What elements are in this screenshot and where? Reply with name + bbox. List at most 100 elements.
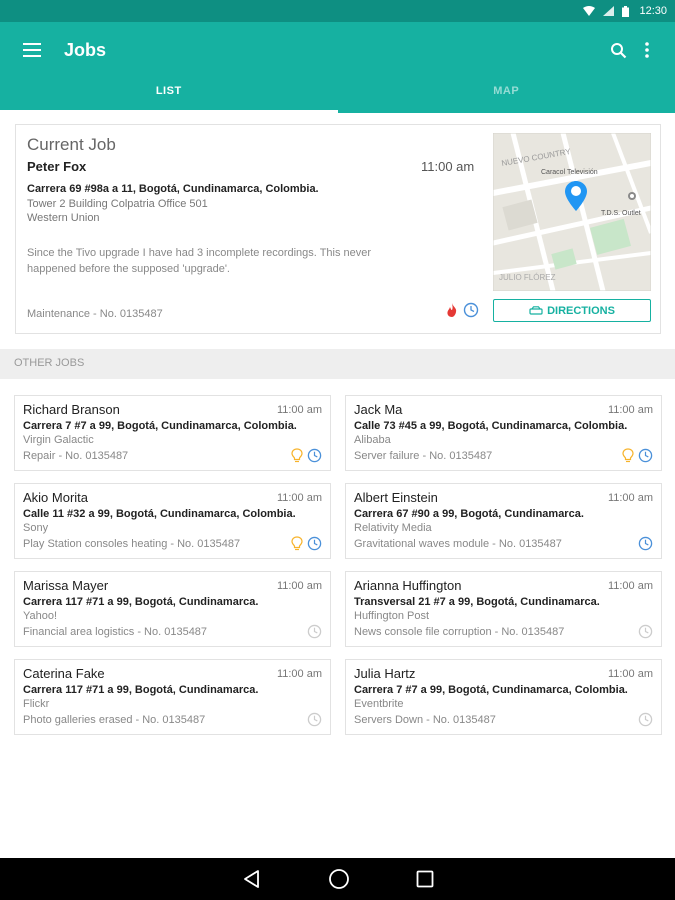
current-job-card[interactable]: Current Job Peter Fox 11:00 am Carrera 6…: [15, 124, 661, 334]
job-company: Huffington Post: [354, 610, 430, 622]
hamburger-icon: [23, 43, 41, 57]
overflow-menu-button[interactable]: [645, 42, 649, 58]
job-card[interactable]: Julia Hartz 11:00 am Carrera 7 #7 a 99, …: [345, 659, 662, 735]
clock-icon: [638, 712, 653, 727]
clock-icon: [638, 536, 653, 551]
job-company: Sony: [23, 522, 49, 534]
tab-bar: LIST MAP: [0, 78, 675, 113]
job-address: Carrera 117 #71 a 99, Bogotá, Cundinamar…: [23, 684, 259, 696]
directions-button[interactable]: DIRECTIONS: [493, 299, 651, 322]
home-icon: [328, 869, 349, 889]
job-time: 11:00 am: [276, 668, 322, 680]
current-job-heading: Current Job: [27, 135, 116, 154]
search-button[interactable]: [610, 42, 627, 59]
job-name: Akio Morita: [23, 490, 89, 505]
tab-map[interactable]: MAP: [338, 78, 675, 113]
location-pin-icon: [565, 181, 587, 211]
job-name: Jack Ma: [354, 402, 403, 417]
job-company: Yahoo!: [23, 610, 58, 622]
job-name: Arianna Huffington: [354, 578, 462, 593]
job-service: Gravitational waves module - No. 0135487: [354, 538, 562, 550]
clock-icon: [463, 302, 479, 318]
job-address: Carrera 7 #7 a 99, Bogotá, Cundinamarca,…: [23, 420, 297, 432]
lightbulb-icon: [291, 536, 303, 551]
job-time: 11:00 am: [607, 492, 653, 504]
current-job-address: Carrera 69 #98a a 11, Bogotá, Cundinamar…: [27, 183, 319, 195]
job-card[interactable]: Marissa Mayer 11:00 am Carrera 117 #71 a…: [14, 571, 331, 647]
poi-marker-icon: [628, 192, 636, 200]
job-company: Relativity Media: [354, 522, 432, 534]
page-title: Jobs: [64, 39, 107, 60]
system-nav-bar: [0, 858, 675, 900]
status-time: 12:30: [639, 5, 667, 17]
other-jobs-header: OTHER JOBS: [0, 349, 675, 379]
job-card[interactable]: Arianna Huffington 11:00 am Transversal …: [345, 571, 662, 647]
job-address: Calle 73 #45 a 99, Bogotá, Cundinamarca,…: [354, 420, 628, 432]
current-job-description: Since the Tivo upgrade I have had 3 inco…: [27, 247, 372, 275]
job-address: Carrera 117 #71 a 99, Bogotá, Cundinamar…: [23, 596, 259, 608]
job-service: Play Station consoles heating - No. 0135…: [23, 538, 241, 550]
job-service: Server failure - No. 0135487: [354, 450, 493, 462]
clock-icon: [307, 536, 322, 551]
job-name: Caterina Fake: [23, 666, 105, 681]
map-label-poi-2: T.D.S. Outlet: [601, 210, 641, 217]
tab-indicator: [0, 110, 338, 113]
job-name: Marissa Mayer: [23, 578, 109, 593]
current-job-building: Tower 2 Building Colpatria Office 501: [27, 198, 208, 210]
job-time: 11:00 am: [607, 580, 653, 592]
job-service: Photo galleries erased - No. 0135487: [23, 714, 206, 726]
current-job-name: Peter Fox: [27, 159, 87, 174]
job-service: Financial area logistics - No. 0135487: [23, 626, 208, 638]
job-name: Julia Hartz: [354, 666, 416, 681]
job-card[interactable]: Caterina Fake 11:00 am Carrera 117 #71 a…: [14, 659, 331, 735]
job-company: Virgin Galactic: [23, 434, 94, 446]
recents-icon: [416, 870, 433, 888]
map-label-area-bottom: JULIO FLÓREZ: [499, 273, 556, 282]
clock-icon: [307, 624, 322, 639]
job-address: Carrera 67 #90 a 99, Bogotá, Cundinamarc…: [354, 508, 584, 520]
app-bar: Jobs: [0, 22, 675, 78]
job-service: News console file corruption - No. 01354…: [354, 626, 565, 638]
battery-icon: [622, 5, 630, 17]
job-service: Repair - No. 0135487: [23, 450, 129, 462]
lightbulb-icon: [622, 448, 634, 463]
job-company: Eventbrite: [354, 698, 404, 710]
job-card[interactable]: Richard Branson 11:00 am Carrera 7 #7 a …: [14, 395, 331, 471]
back-button[interactable]: [242, 869, 262, 889]
status-bar: 12:30: [0, 0, 675, 22]
job-address: Transversal 21 #7 a 99, Bogotá, Cundinam…: [354, 596, 600, 608]
clock-icon: [307, 448, 322, 463]
job-name: Richard Branson: [23, 402, 120, 417]
current-job-company: Western Union: [27, 212, 100, 224]
map-thumbnail[interactable]: NUEVO COUNTRY Caracol Televisión T.D.S. …: [493, 133, 651, 291]
tab-list[interactable]: LIST: [0, 78, 338, 113]
job-time: 11:00 am: [607, 404, 653, 416]
job-card[interactable]: Albert Einstein 11:00 am Carrera 67 #90 …: [345, 483, 662, 559]
job-time: 11:00 am: [276, 404, 322, 416]
job-time: 11:00 am: [607, 668, 653, 680]
clock-icon: [307, 712, 322, 727]
job-time: 11:00 am: [276, 580, 322, 592]
current-job-time: 11:00 am: [421, 159, 475, 174]
job-company: Flickr: [23, 698, 50, 710]
back-icon: [243, 870, 259, 888]
job-address: Calle 11 #32 a 99, Bogotá, Cundinamarca,…: [23, 508, 296, 520]
fire-icon: [447, 303, 457, 317]
car-icon: [529, 305, 543, 315]
clock-icon: [638, 448, 653, 463]
wifi-icon: [583, 6, 596, 16]
job-name: Albert Einstein: [354, 490, 438, 505]
job-time: 11:00 am: [276, 492, 322, 504]
signal-icon: [603, 6, 615, 16]
menu-button[interactable]: [0, 22, 64, 78]
directions-label: DIRECTIONS: [547, 304, 615, 317]
current-job-service: Maintenance - No. 0135487: [27, 308, 163, 320]
map-label-poi-1: Caracol Televisión: [541, 169, 598, 176]
recents-button[interactable]: [416, 870, 434, 888]
job-card[interactable]: Jack Ma 11:00 am Calle 73 #45 a 99, Bogo…: [345, 395, 662, 471]
clock-icon: [638, 624, 653, 639]
job-card[interactable]: Akio Morita 11:00 am Calle 11 #32 a 99, …: [14, 483, 331, 559]
job-company: Alibaba: [354, 434, 391, 446]
search-icon: [611, 42, 627, 58]
home-button[interactable]: [328, 868, 350, 890]
